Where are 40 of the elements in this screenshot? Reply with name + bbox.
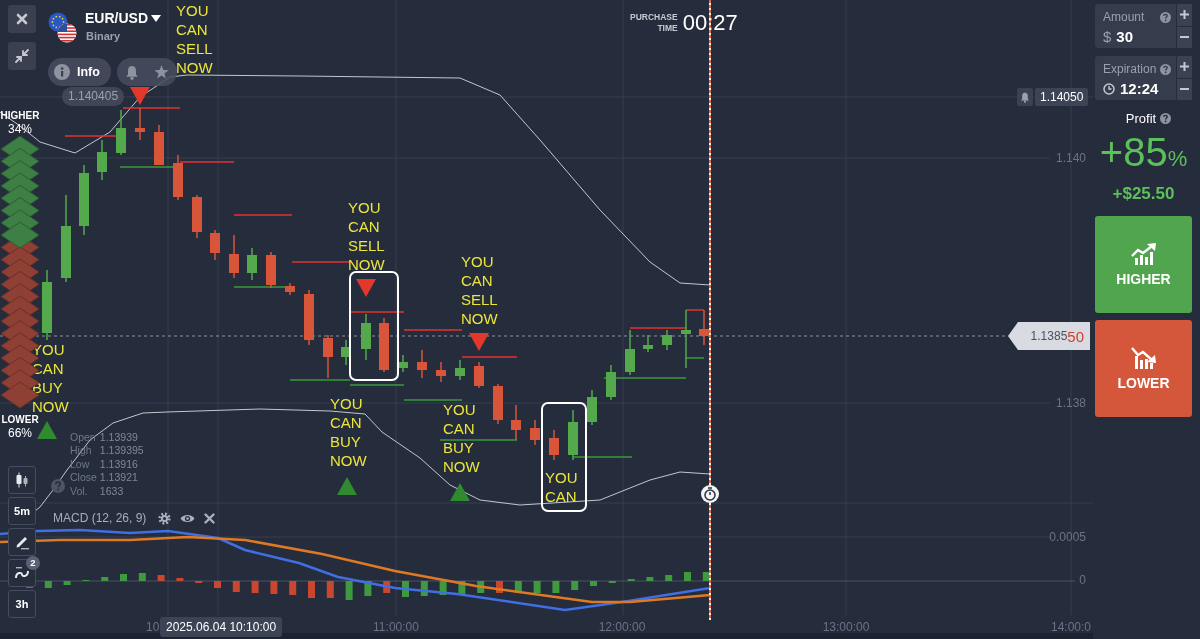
- lower-button[interactable]: LOWER: [1095, 320, 1192, 417]
- profit-amount: +$25.50: [1111, 184, 1176, 204]
- profit-label: Profit: [1125, 111, 1157, 126]
- plus-icon: [1180, 62, 1189, 72]
- clock-icon: [1103, 82, 1115, 95]
- amount-label: Amount: [1103, 10, 1145, 24]
- current-price-tag: 1.138550: [1008, 322, 1090, 350]
- expiration-value: 12:24: [1120, 80, 1159, 97]
- time-axis-label: 13:00:00: [822, 620, 870, 635]
- minus-icon: [1180, 36, 1189, 39]
- help-icon[interactable]: [1160, 11, 1171, 23]
- time-axis-label: 12:00:00: [598, 620, 646, 635]
- increase-button[interactable]: [1177, 4, 1192, 26]
- trend-up-icon: [1130, 242, 1157, 265]
- expiration-label: Expiration: [1103, 62, 1157, 76]
- purchase-time-label: PURCHASE TIME: [630, 12, 678, 34]
- help-icon[interactable]: [1160, 63, 1171, 75]
- cursor-time-label: 2025.06.04 10:10:00: [160, 617, 283, 637]
- help-icon[interactable]: [1160, 113, 1172, 124]
- decrease-button[interactable]: [1177, 26, 1192, 48]
- time-axis-label: 10: [146, 620, 160, 635]
- price-axis-label: 1.138: [1055, 395, 1086, 411]
- expiration-field[interactable]: Expiration 12:24: [1095, 56, 1176, 100]
- asset-type: Binary: [86, 30, 122, 42]
- minus-icon: [1180, 88, 1189, 91]
- macd-axis-label: 0.0005: [1049, 529, 1086, 545]
- decrease-button[interactable]: [1177, 78, 1192, 100]
- time-axis-label: 14:00:0: [1051, 620, 1092, 635]
- price-axis-label: 1.140: [1055, 150, 1086, 166]
- signal-text: YOU CAN SELL NOW: [176, 1, 213, 77]
- plus-icon: [1180, 10, 1189, 20]
- trend-down-icon: [1130, 346, 1157, 369]
- profit-percent: +85%: [1098, 130, 1189, 176]
- alert-price-label: 1.14050: [1035, 88, 1089, 106]
- amount-field[interactable]: Amount $ 30: [1095, 4, 1176, 48]
- currency-symbol: $: [1103, 28, 1112, 45]
- time-axis-label: 11:00:00: [373, 620, 419, 635]
- amount-value: 30: [1116, 28, 1134, 45]
- macd-axis-label: 0: [1079, 572, 1086, 588]
- increase-button[interactable]: [1177, 56, 1192, 78]
